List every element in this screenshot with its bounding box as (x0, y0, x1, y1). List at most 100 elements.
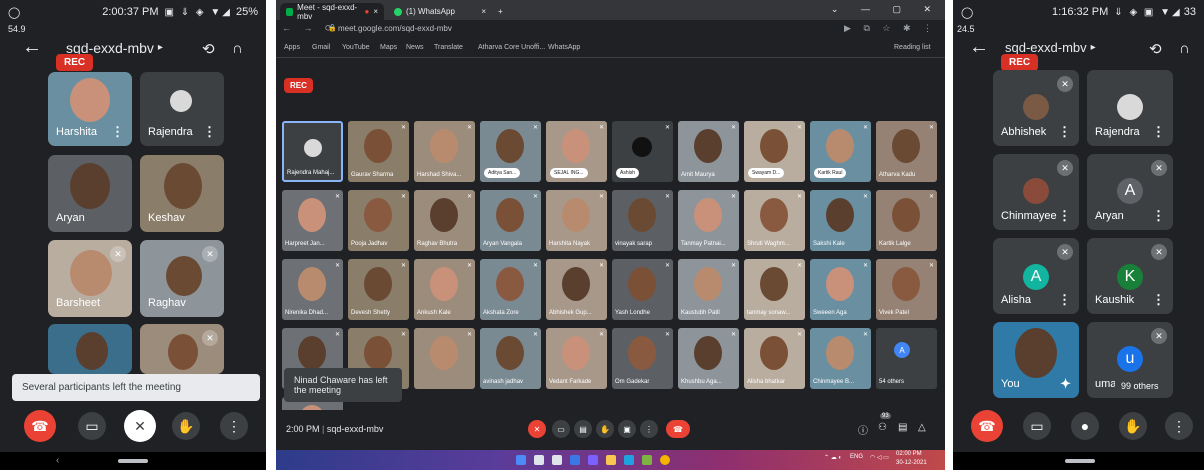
raise-hand-button[interactable]: ✋ (172, 412, 200, 440)
browser-toolbar-icons[interactable]: ▶ ⧉ ☆ ✱ ⋮ (844, 23, 937, 34)
window-controls[interactable]: ⌄ — ▢ ✕ (831, 4, 941, 15)
participant-tile[interactable]: Keshav (140, 155, 224, 232)
participant-tile[interactable]: ✕ Abhishek ⋮ (993, 70, 1079, 146)
participant-tile[interactable]: ✕ u uma 99 others (1087, 322, 1173, 398)
info-icon[interactable]: ⓘ (858, 422, 868, 437)
task-view-icon[interactable] (552, 455, 562, 465)
participant-tile[interactable]: Rajendra ⋮ (1087, 70, 1173, 146)
participant-tile[interactable]: ✕ Yash Londhe (612, 259, 673, 320)
participant-tile[interactable] (48, 324, 132, 374)
participant-tile[interactable]: ✕ SEJAL ING... (546, 121, 607, 182)
participant-tile[interactable]: Aryan (48, 155, 132, 232)
chat-app-icon[interactable] (588, 455, 598, 465)
participant-tile[interactable]: ✕ Nirenika Dhad... (282, 259, 343, 320)
participant-tile[interactable]: Rajendra Mahaj... (282, 121, 343, 182)
participant-tile[interactable]: ✕ Om Gadekar (612, 328, 673, 389)
participant-tile[interactable]: ✕ Barsheet (48, 240, 132, 317)
participant-tile[interactable]: A 54 others (876, 328, 937, 389)
bookmark-atharva[interactable]: Atharva Core Unoffi... (478, 44, 545, 51)
participant-tile[interactable]: ✕ Devesh Shetty (348, 259, 409, 320)
url-input[interactable]: meet.google.com/sqd-exxd-mbv (338, 24, 452, 33)
more-options-icon[interactable]: ⋮ (1058, 124, 1071, 140)
participant-tile[interactable]: ✕ Sakshi Kale (810, 190, 871, 251)
headphones-icon[interactable]: ∩ (232, 40, 243, 57)
participant-tile[interactable]: ✕ Raghav (140, 240, 224, 317)
participant-tile[interactable]: ✕ Kartik Raul (810, 121, 871, 182)
participant-tile[interactable]: ✕ Aditya San... (480, 121, 541, 182)
participant-tile[interactable]: You ✦ (993, 322, 1079, 398)
participant-tile[interactable]: ✕ Vedant Farkade (546, 328, 607, 389)
home-pill[interactable] (118, 459, 148, 463)
bookmark-translate[interactable]: Translate (434, 44, 463, 51)
more-options-icon[interactable]: ⋮ (203, 124, 216, 140)
widgets-icon[interactable] (570, 455, 580, 465)
captions-button[interactable]: ▤ (574, 420, 592, 438)
participant-tile[interactable]: ✕ Harpreet Jan... (282, 190, 343, 251)
back-arrow-icon[interactable]: ← (969, 36, 989, 59)
end-call-button[interactable]: ☎ (971, 410, 1003, 442)
more-options-button[interactable]: ⋮ (220, 412, 248, 440)
close-tab-icon[interactable]: × (481, 7, 486, 16)
chrome-icon[interactable] (660, 455, 670, 465)
taskbar-time[interactable]: 02:00 PM (896, 451, 922, 457)
chevron-right-icon[interactable]: ▸ (1091, 42, 1096, 53)
camera-toggle-button[interactable]: ▭ (78, 412, 106, 440)
close-tab-icon[interactable]: × (373, 7, 378, 16)
raise-hand-button[interactable]: ✋ (1119, 412, 1147, 440)
participant-tile[interactable]: ✕ Khushbu Aga... (678, 328, 739, 389)
more-options-icon[interactable]: ⋮ (1058, 208, 1071, 224)
network-volume-icons[interactable]: ◠ ◁ ▭ (870, 454, 889, 461)
file-explorer-icon[interactable] (606, 455, 616, 465)
chevron-right-icon[interactable]: ▸ (158, 42, 163, 53)
more-options-button[interactable]: ⋮ (1165, 412, 1193, 440)
participant-tile[interactable]: ✕ A Aryan ⋮ (1087, 154, 1173, 230)
taskbar-date[interactable]: 30-12-2021 (896, 460, 927, 466)
switch-camera-icon[interactable]: ⟲ (202, 40, 215, 58)
participant-tile[interactable]: ✕ Raghav Bhutra (414, 190, 475, 251)
people-icon[interactable]: ⚇ (878, 422, 887, 433)
participant-tile[interactable]: ✕ Abhishek Gup... (546, 259, 607, 320)
mic-toggle-button[interactable]: ● (1071, 412, 1099, 440)
participant-tile[interactable]: ✕ (140, 324, 224, 374)
participant-tile[interactable]: ✕ Harshad Shiva... (414, 121, 475, 182)
participant-tile[interactable]: ✕ Amit Maurya (678, 121, 739, 182)
nav-back-icon[interactable]: ‹ (56, 455, 59, 466)
headphones-icon[interactable]: ∩ (1179, 40, 1190, 57)
present-button[interactable]: ▣ (618, 420, 636, 438)
more-options-icon[interactable]: ⋮ (1152, 208, 1165, 224)
edge-icon[interactable] (624, 455, 634, 465)
participant-tile[interactable]: ✕ K Kaushik ⋮ (1087, 238, 1173, 314)
participant-tile[interactable]: ✕ Shruti Waghm... (744, 190, 805, 251)
participant-tile[interactable]: ✕ Chinmayee B... (810, 328, 871, 389)
bookmark-apps[interactable]: Apps (284, 44, 300, 51)
more-options-icon[interactable]: ⋮ (1152, 124, 1165, 140)
participant-tile[interactable]: ✕ Vivek Patel (876, 259, 937, 320)
windows-start-icon[interactable] (516, 455, 526, 465)
participant-tile[interactable]: ✕ Atharva Kadu (876, 121, 937, 182)
search-icon[interactable] (534, 455, 544, 465)
more-options-icon[interactable]: ⋮ (1152, 292, 1165, 308)
bookmark-news[interactable]: News (406, 44, 424, 51)
participant-tile[interactable]: ✕ A Alisha ⋮ (993, 238, 1079, 314)
mic-toggle-button[interactable]: ✕ (124, 410, 156, 442)
participant-tile[interactable]: ✕ Kaustubh Patil (678, 259, 739, 320)
language-indicator[interactable]: ENG (850, 454, 863, 460)
end-call-button[interactable]: ☎ (666, 420, 690, 438)
switch-camera-icon[interactable]: ⟲ (1149, 40, 1162, 58)
activities-icon[interactable]: △ (918, 422, 926, 433)
reading-list[interactable]: Reading list (894, 44, 931, 51)
participant-tile[interactable]: ✕ (414, 328, 475, 389)
tray-icons[interactable]: ⌃ ☁ ◐ (824, 454, 842, 461)
participant-tile[interactable]: ✕ Tanmay Patnai... (678, 190, 739, 251)
home-pill[interactable] (1065, 459, 1095, 463)
participant-tile[interactable]: ✕ Akshata Zore (480, 259, 541, 320)
camera-toggle-button[interactable]: ▭ (552, 420, 570, 438)
meeting-code[interactable]: sqd-exxd-mbv (1005, 40, 1087, 55)
more-options-icon[interactable]: ⋮ (1058, 292, 1071, 308)
bookmark-whatsapp[interactable]: WhatsApp (548, 44, 580, 51)
bookmark-maps[interactable]: Maps (380, 44, 397, 51)
participant-tile[interactable]: ✕ Ashish (612, 121, 673, 182)
participant-tile[interactable]: ✕ Ankush Kale (414, 259, 475, 320)
tab-meet[interactable]: Meet - sqd-exxd-mbv ● × (280, 3, 384, 21)
participant-tile[interactable]: ✕ Harshita Nayak (546, 190, 607, 251)
